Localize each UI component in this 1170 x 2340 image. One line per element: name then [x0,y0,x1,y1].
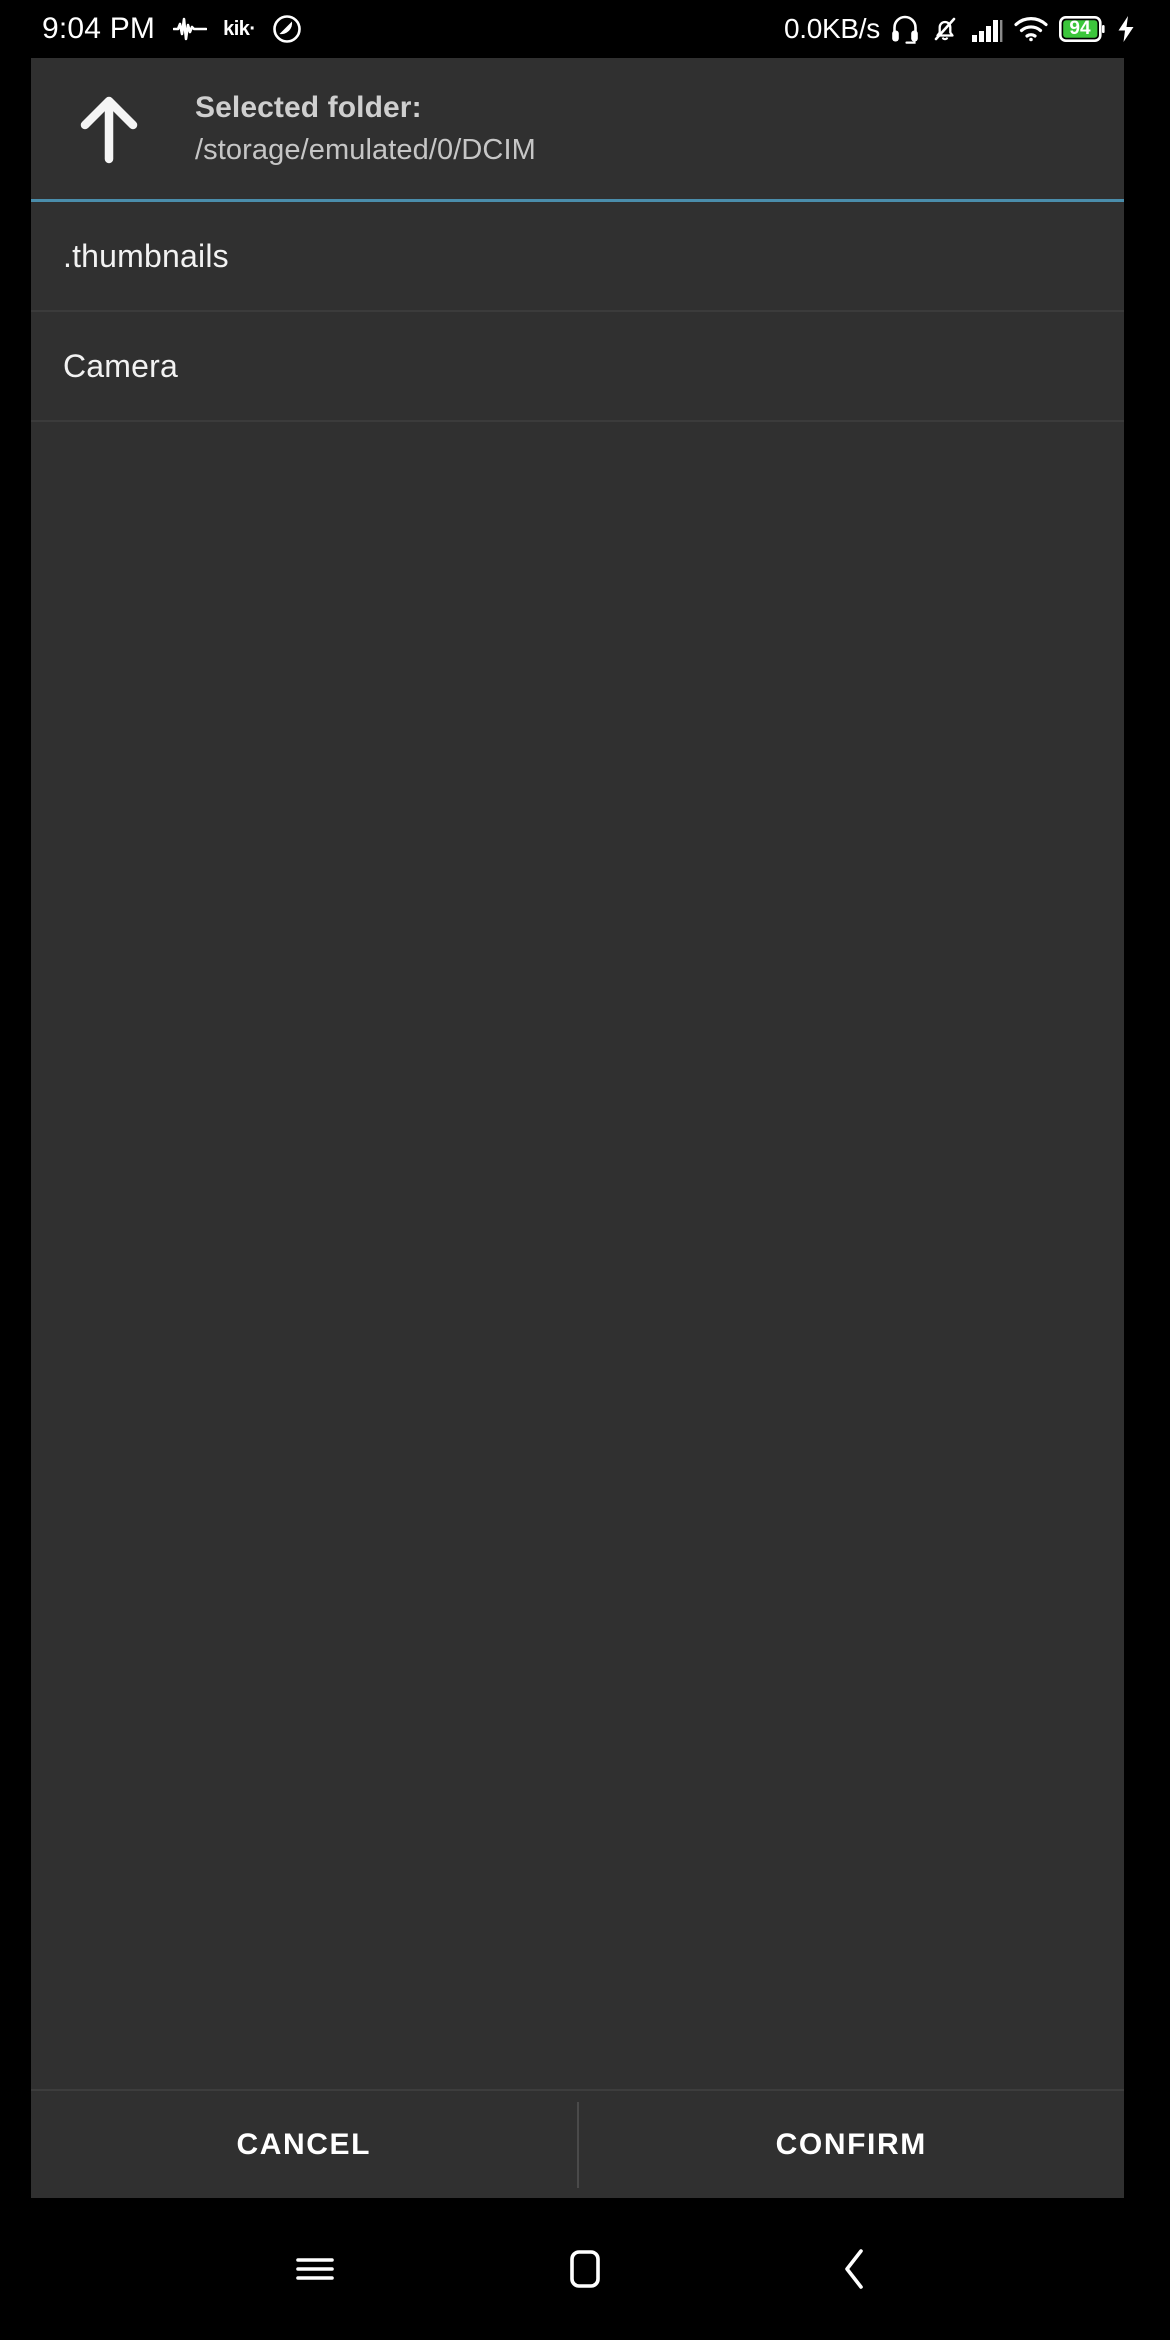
headset-icon [891,14,919,44]
selected-folder-path: /storage/emulated/0/DCIM [195,133,536,166]
status-bar: 9:04 PM kik· 0.0KB/s 94 [0,0,1170,58]
cellular-signal-icon [971,15,1003,43]
folder-name: Camera [63,347,179,384]
back-button[interactable] [800,2221,910,2317]
wifi-icon [1014,15,1048,43]
network-speed-indicator: 0.0KB/s [784,13,880,44]
recents-button[interactable] [260,2221,370,2317]
navigate-up-button[interactable] [61,81,157,177]
arrow-up-icon [80,96,138,163]
charging-bolt-icon [1116,15,1136,43]
notifications-muted-icon [930,14,960,44]
home-button[interactable] [530,2221,640,2317]
selected-folder-label: Selected folder: [195,90,422,124]
kik-app-icon: kik· [223,17,256,40]
android-navigation-bar [0,2198,1170,2340]
status-bar-right-icons: 0.0KB/s 94 [784,13,1136,45]
list-item[interactable]: .thumbnails [31,202,1124,312]
battery-level-label: 94 [1069,18,1091,39]
dialog-action-bar: CANCEL CONFIRM [31,2091,1124,2198]
status-bar-clock: 9:04 PM [42,12,156,45]
battery-icon: 94 [1059,16,1105,42]
folder-list: .thumbnails Camera [31,202,1124,422]
selected-folder-info: Selected folder: /storage/emulated/0/DCI… [195,91,536,167]
cancel-button[interactable]: CANCEL [31,2091,577,2198]
hamburger-icon [296,2258,334,2280]
folder-name: .thumbnails [63,237,229,274]
folder-list-empty-area [31,422,1124,2089]
chevron-left-icon [845,2249,863,2289]
do-not-disturb-icon [272,14,302,44]
confirm-button[interactable]: CONFIRM [579,2091,1125,2198]
status-bar-left-icons: kik· [173,14,301,44]
folder-picker-dialog: Selected folder: /storage/emulated/0/DCI… [31,58,1124,2198]
audio-waveform-icon [173,16,208,42]
list-item[interactable]: Camera [31,312,1124,422]
square-icon [570,2250,600,2288]
dialog-header: Selected folder: /storage/emulated/0/DCI… [31,58,1124,199]
